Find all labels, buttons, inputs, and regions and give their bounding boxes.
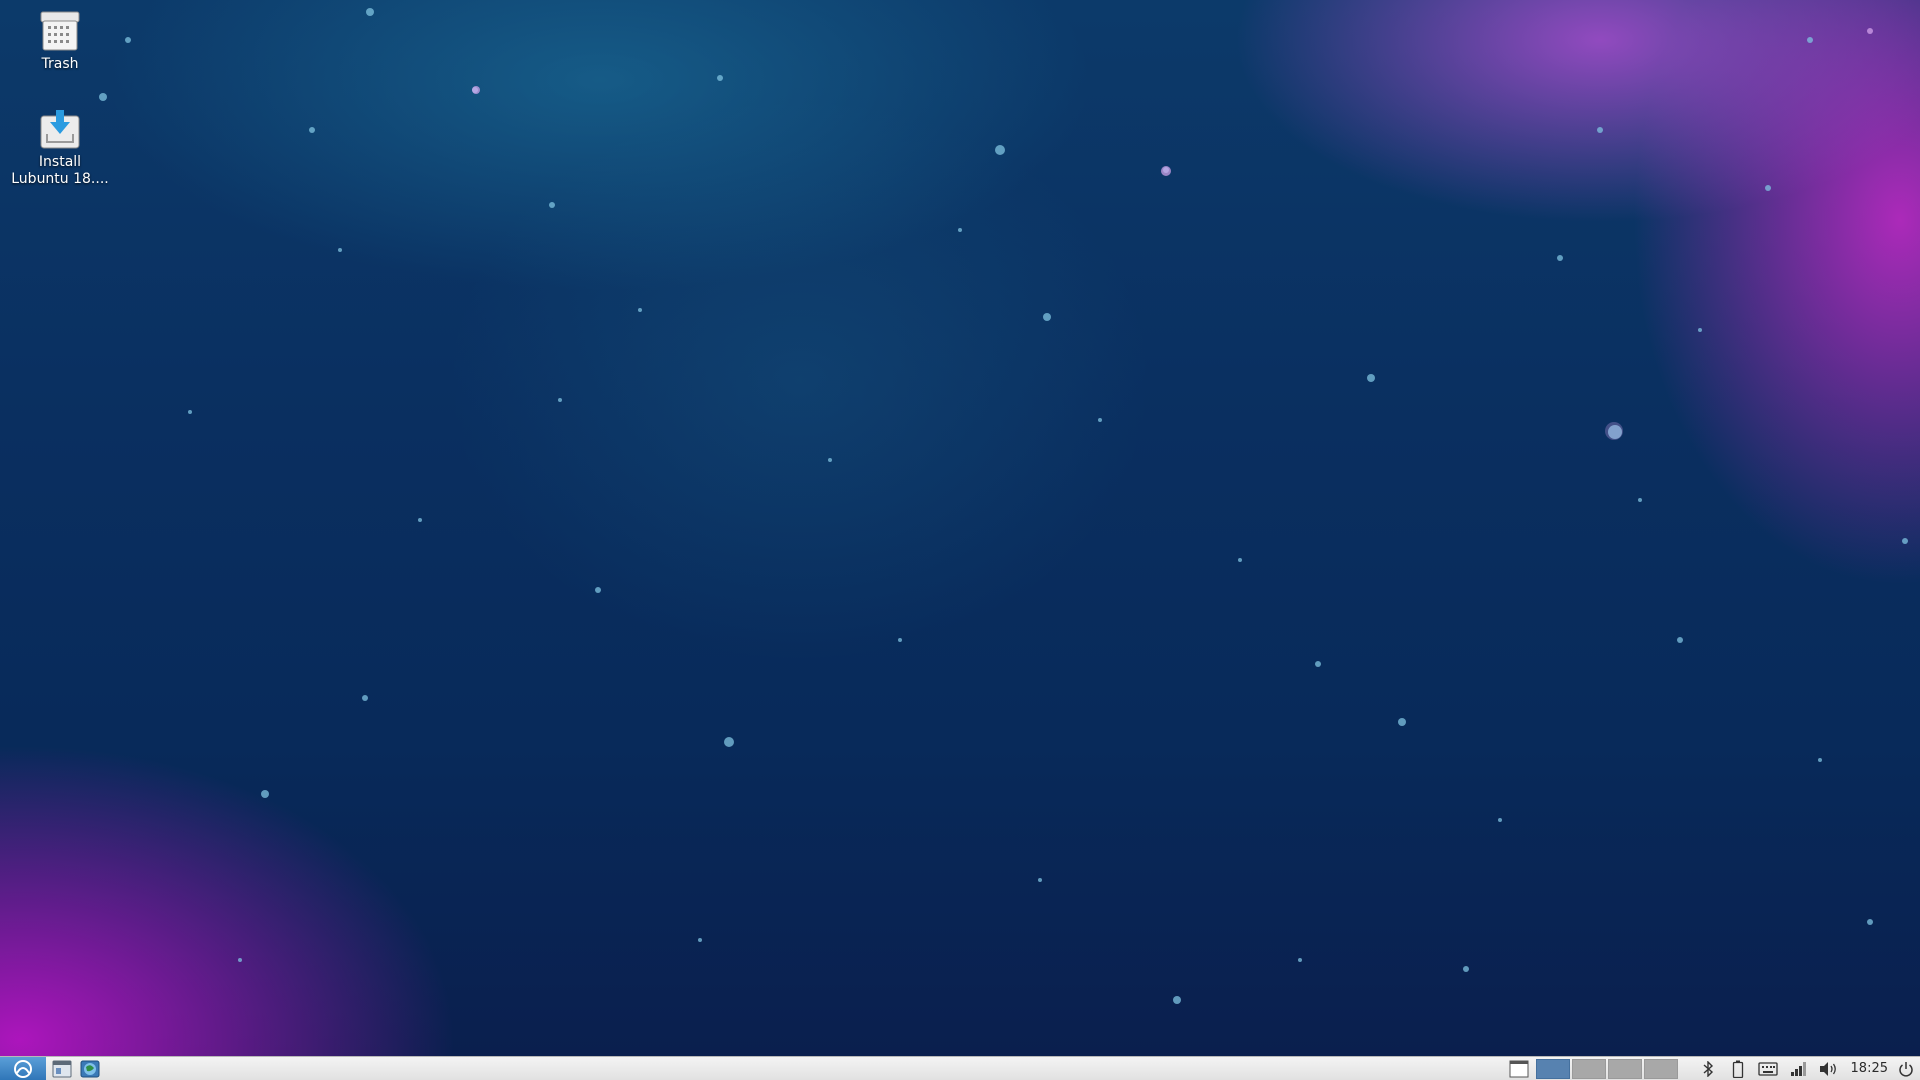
desktop-background[interactable]: Trash Install Lubuntu 18.... bbox=[0, 0, 1920, 1056]
workspace-pager bbox=[1535, 1058, 1679, 1080]
taskbar: 18:25 bbox=[0, 1056, 1920, 1080]
workspace-4[interactable] bbox=[1643, 1058, 1678, 1079]
clock[interactable]: 18:25 bbox=[1843, 1061, 1894, 1076]
tray-network[interactable] bbox=[1783, 1058, 1813, 1080]
launcher-file-manager[interactable] bbox=[50, 1057, 74, 1080]
desktop-icon-label-line2: Lubuntu 18.... bbox=[11, 171, 109, 187]
tray-battery[interactable] bbox=[1723, 1058, 1753, 1080]
show-desktop-icon bbox=[1509, 1060, 1529, 1077]
network-signal-icon bbox=[1790, 1061, 1806, 1076]
battery-icon bbox=[1732, 1060, 1743, 1078]
show-desktop-button[interactable] bbox=[1507, 1058, 1531, 1080]
trash-icon bbox=[40, 11, 80, 51]
start-menu-button[interactable] bbox=[0, 1057, 46, 1080]
bluetooth-icon bbox=[1703, 1060, 1713, 1077]
desktop-icon-label-line1: Install bbox=[38, 154, 82, 170]
workspace-1[interactable] bbox=[1535, 1058, 1570, 1079]
tray-volume[interactable] bbox=[1813, 1058, 1843, 1080]
lubuntu-logo-icon bbox=[14, 1059, 32, 1078]
volume-icon bbox=[1819, 1061, 1836, 1076]
power-icon bbox=[1899, 1061, 1913, 1077]
power-button[interactable] bbox=[1894, 1058, 1918, 1080]
tray-keyboard[interactable] bbox=[1753, 1058, 1783, 1080]
launcher-web-browser[interactable] bbox=[78, 1057, 102, 1080]
keyboard-icon bbox=[1757, 1061, 1778, 1076]
starfield bbox=[99, 8, 1908, 1004]
desktop-icon-trash[interactable]: Trash bbox=[8, 10, 112, 73]
workspace-3[interactable] bbox=[1607, 1058, 1642, 1079]
web-browser-icon bbox=[80, 1060, 100, 1077]
installer-icon bbox=[40, 110, 80, 149]
desktop-icon-install-lubuntu[interactable]: Install Lubuntu 18.... bbox=[8, 108, 112, 188]
tray-bluetooth[interactable] bbox=[1693, 1058, 1723, 1080]
desktop-icon-label: Trash bbox=[41, 56, 79, 72]
file-manager-icon bbox=[52, 1060, 72, 1077]
workspace-2[interactable] bbox=[1571, 1058, 1606, 1079]
